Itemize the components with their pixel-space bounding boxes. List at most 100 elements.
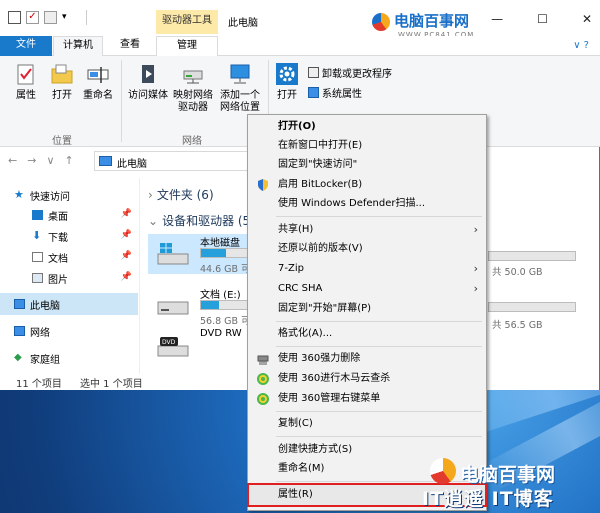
- nav-label: 下载: [48, 232, 68, 244]
- menu-item-restore-versions[interactable]: 还原以前的版本(V): [248, 239, 486, 259]
- menu-label: 重命名(M): [278, 463, 325, 474]
- divider: [121, 60, 122, 142]
- logo-mark-icon: [372, 13, 390, 31]
- back-button[interactable]: ←: [8, 154, 17, 167]
- menu-item-7zip[interactable]: 7-Zip ›: [248, 259, 486, 279]
- submenu-arrow-icon: ›: [473, 282, 478, 295]
- menu-separator: [276, 411, 482, 412]
- folders-section-header[interactable]: › 文件夹 (6): [148, 186, 214, 203]
- system-properties-button[interactable]: 系统属性: [308, 85, 362, 100]
- nav-pictures[interactable]: 图片 📌: [0, 267, 138, 289]
- nav-homegroup[interactable]: ◆ 家庭组: [0, 347, 138, 369]
- menu-item-copy[interactable]: 复制(C): [248, 414, 486, 434]
- drive-icon: [157, 301, 189, 315]
- folder-open-icon: [51, 64, 73, 84]
- open-button[interactable]: 打开: [42, 62, 82, 102]
- nav-this-pc[interactable]: 此电脑: [0, 293, 138, 315]
- drive-usage-bar: [200, 248, 248, 258]
- menu-label: 在新窗口中打开(E): [278, 140, 363, 151]
- maximize-button[interactable]: ☐: [537, 12, 548, 26]
- pin-icon[interactable]: 📌: [121, 209, 132, 219]
- menu-item-open-new-window[interactable]: 在新窗口中打开(E): [248, 136, 486, 156]
- network-group-label: 网络: [182, 136, 202, 147]
- devices-section-header[interactable]: ⌄ 设备和驱动器 (5: [148, 212, 250, 229]
- close-button[interactable]: ✕: [582, 12, 592, 26]
- menu-item-open[interactable]: 打开(O): [248, 117, 486, 137]
- minimize-button[interactable]: —: [491, 12, 503, 26]
- tab-manage[interactable]: 管理: [156, 36, 218, 57]
- recent-locations-button[interactable]: ∨: [46, 154, 54, 167]
- menu-item-format[interactable]: 格式化(A)...: [248, 324, 486, 344]
- rename-button[interactable]: 重命名: [78, 62, 118, 102]
- menu-label: 使用 360管理右键菜单: [278, 393, 381, 404]
- drive-usage-bar: [200, 300, 248, 310]
- tab-file[interactable]: 文件: [0, 36, 52, 56]
- shredder-icon: [257, 355, 269, 365]
- nav-buttons: ← → ∨ ↑: [8, 154, 74, 167]
- svg-text:DVD: DVD: [162, 339, 176, 346]
- menu-label: 7-Zip: [278, 263, 304, 274]
- menu-item-bitlocker[interactable]: 启用 BitLocker(B): [248, 175, 486, 195]
- watermark-line2: IT逍遥 IT博客: [422, 488, 554, 510]
- add-network-location-button[interactable]: 添加一个网络位置: [216, 62, 264, 114]
- menu-label: 使用 360强力删除: [278, 353, 361, 364]
- tab-view[interactable]: 查看: [110, 36, 150, 56]
- nav-label: 快速访问: [30, 191, 70, 203]
- chevron-right-icon: ›: [148, 188, 153, 202]
- selected-count: 选中 1 个项目: [80, 379, 143, 390]
- up-button[interactable]: ↑: [65, 154, 74, 167]
- customize-toolbar-icon[interactable]: ▾: [62, 11, 68, 24]
- nav-label: 家庭组: [30, 354, 60, 366]
- pin-icon[interactable]: 📌: [121, 230, 132, 240]
- nav-desktop[interactable]: 桌面 📌: [0, 204, 138, 226]
- menu-item-crc-sha[interactable]: CRC SHA ›: [248, 279, 486, 299]
- menu-label: 共享(H): [278, 224, 314, 235]
- address-field[interactable]: 此电脑: [94, 151, 254, 171]
- pin-icon[interactable]: 📌: [121, 272, 132, 282]
- drive-name: DVD RW: [200, 328, 242, 339]
- menu-item-create-shortcut[interactable]: 创建快捷方式(S): [248, 440, 486, 460]
- tab-computer[interactable]: 计算机: [53, 36, 103, 57]
- menu-item-360-scan[interactable]: 使用 360进行木马云查杀: [248, 369, 486, 389]
- access-media-button[interactable]: 访问媒体: [126, 62, 170, 102]
- new-folder-icon[interactable]: [44, 11, 57, 24]
- drive-total-size: 共 50.0 GB: [492, 267, 543, 278]
- homegroup-icon: ◆: [14, 352, 22, 363]
- menu-item-pin-quick-access[interactable]: 固定到"快速访问": [248, 155, 486, 175]
- properties-check-icon[interactable]: ✓: [26, 11, 39, 24]
- window-icon[interactable]: [8, 11, 21, 24]
- open-settings-button[interactable]: 打开: [270, 62, 304, 102]
- ribbon-tabs: 文件 计算机 查看 管理: [0, 36, 600, 57]
- uninstall-program-button[interactable]: 卸载或更改程序: [308, 65, 392, 80]
- menu-item-360-delete[interactable]: 使用 360强力删除: [248, 349, 486, 369]
- nav-network[interactable]: 网络: [0, 320, 138, 342]
- menu-item-360-manage[interactable]: 使用 360管理右键菜单: [248, 389, 486, 409]
- drive-local-disk[interactable]: 本地磁盘 44.6 GB 可: [148, 234, 251, 275]
- watermark-logo-icon: [430, 458, 456, 484]
- nav-label: 此电脑: [30, 300, 60, 312]
- chevron-down-icon: ⌄: [148, 214, 159, 228]
- menu-item-pin-start[interactable]: 固定到"开始"屏幕(P): [248, 299, 486, 319]
- quick-access-toolbar: ✓ ▾: [8, 11, 68, 24]
- forward-button[interactable]: →: [27, 154, 36, 167]
- drive-dvd[interactable]: DVD DVD RW: [148, 328, 248, 368]
- rename-label: 重命名: [83, 90, 113, 101]
- nav-quick-access[interactable]: ★ 快速访问: [0, 184, 138, 206]
- rename-icon: [87, 67, 109, 83]
- submenu-arrow-icon: ›: [473, 223, 478, 236]
- menu-label: 创建快捷方式(S): [278, 444, 353, 455]
- nav-downloads[interactable]: ⬇ 下载 📌: [0, 225, 138, 247]
- pin-icon[interactable]: 📌: [121, 251, 132, 261]
- menu-label: 使用 360进行木马云查杀: [278, 373, 391, 384]
- access-media-label: 访问媒体: [128, 90, 168, 101]
- menu-item-defender-scan[interactable]: 使用 Windows Defender扫描...: [248, 194, 486, 214]
- menu-item-share[interactable]: 共享(H) ›: [248, 220, 486, 240]
- map-drive-button[interactable]: 映射网络驱动器: [170, 62, 216, 114]
- ribbon-help-toggle[interactable]: ∨ ?: [573, 40, 589, 51]
- picture-icon: [32, 273, 43, 283]
- location-group-label: 位置: [52, 136, 72, 147]
- properties-button[interactable]: 属性: [6, 62, 46, 102]
- drive-name: 本地磁盘: [200, 238, 240, 249]
- drive-documents[interactable]: 文档 (E:) 56.8 GB 可: [148, 286, 251, 327]
- nav-documents[interactable]: 文档 📌: [0, 246, 138, 268]
